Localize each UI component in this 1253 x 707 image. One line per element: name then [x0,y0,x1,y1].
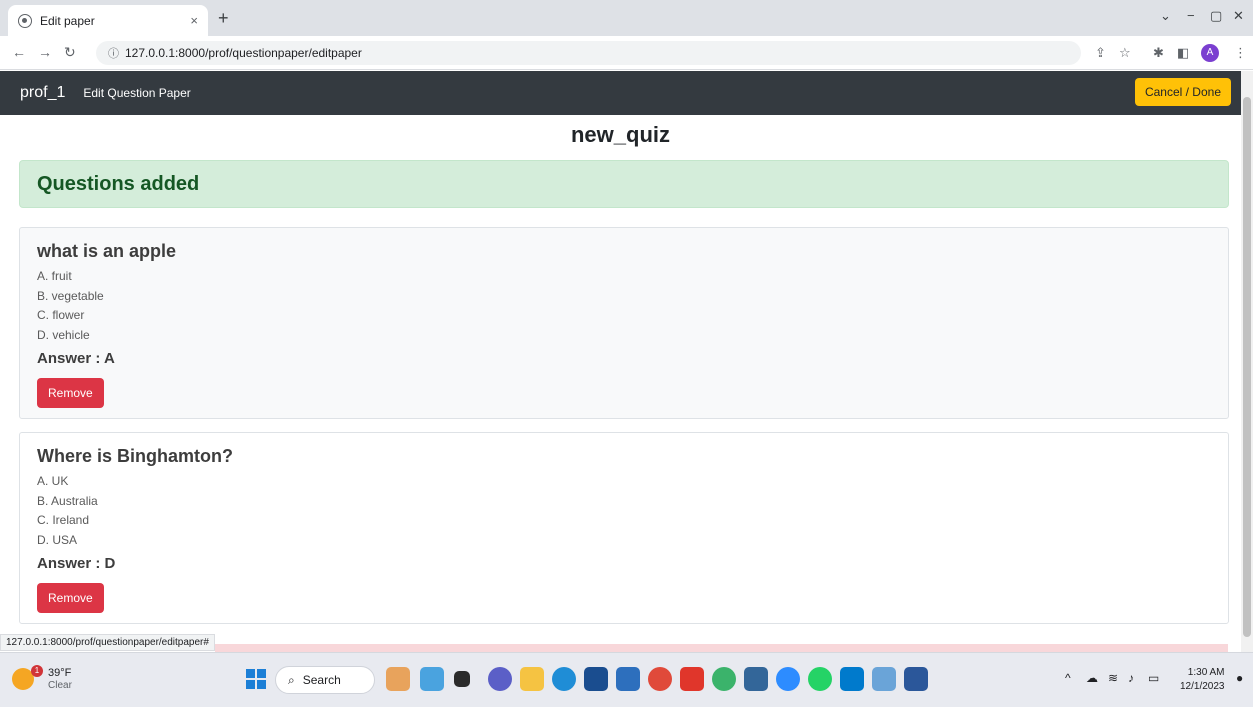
profile-avatar[interactable]: A [1201,44,1219,62]
status-bar-url: 127.0.0.1:8000/prof/questionpaper/editpa… [0,634,215,651]
question-card: Where is Binghamton? A. UK B. Australia … [19,432,1229,624]
reload-icon[interactable]: ↻ [64,44,76,61]
option-b: B. Australia [37,493,98,508]
clock[interactable]: 1:30 AM 12/1/2023 [1180,666,1225,694]
whatsapp-icon[interactable] [808,667,832,691]
remove-button[interactable]: Remove [37,583,104,613]
search-label: Search [302,673,341,687]
site-info-icon[interactable]: ⓘ [108,45,119,61]
search-icon: ⌕ [288,672,295,687]
taskbar: 1 39°F Clear ⌕ Search ^ ☁ ≋ ♪ ▭ 1:30 AM … [0,652,1253,707]
forward-icon[interactable]: → [38,44,52,60]
option-c: C. Ireland [37,513,90,527]
option-d: D. vehicle [37,327,90,342]
share-icon[interactable]: ⇪ [1095,45,1106,61]
question-text: Where is Binghamton? [37,446,234,466]
new-tab-button[interactable]: + [218,8,229,29]
taskbar-search[interactable]: ⌕ Search [275,666,375,694]
minimize-icon[interactable]: − [1187,8,1195,23]
task-view-icon[interactable] [454,671,470,687]
page-title: new_quiz [570,122,670,147]
battery-icon[interactable]: ▭ [1148,671,1159,685]
globe-icon [18,13,32,28]
page-content: new_quiz Questions added what is an appl… [0,115,1241,645]
vscode-icon[interactable] [840,667,864,691]
app-icon[interactable] [712,667,736,691]
tab-search-icon[interactable]: ⌄ [1160,8,1171,24]
weather-temperature[interactable]: 39°F [48,667,71,679]
tab-close-icon[interactable]: × [190,13,198,28]
notification-bell-icon[interactable]: ● [1236,671,1243,685]
option-c: C. flower [37,308,85,322]
address-bar: ← → ↻ ⓘ 127.0.0.1:8000/prof/questionpape… [0,36,1253,70]
extensions-icon[interactable]: ✱ [1153,45,1164,61]
maximize-icon[interactable]: ▢ [1210,8,1222,24]
answer-label: Answer : D [37,555,116,572]
close-window-icon[interactable]: ✕ [1233,8,1244,24]
navbar-brand[interactable]: prof_1 [20,84,65,102]
remove-button[interactable]: Remove [37,378,104,408]
weather-description: Clear [48,680,72,691]
app-navbar: prof_1 Edit Question Paper Cancel / Done [0,71,1241,115]
url-text: 127.0.0.1:8000/prof/questionpaper/editpa… [125,46,362,60]
chevron-up-icon[interactable]: ^ [1065,671,1071,685]
back-icon[interactable]: ← [12,44,26,60]
edge-icon[interactable] [552,667,576,691]
menu-kebab-icon[interactable]: ⋮ [1234,45,1247,61]
option-d: D. USA [37,532,78,547]
wifi-icon[interactable]: ≋ [1108,671,1118,685]
url-input[interactable]: ⓘ 127.0.0.1:8000/prof/questionpaper/edit… [96,41,1081,65]
bookmark-star-icon[interactable]: ☆ [1119,45,1131,61]
option-b: B. vegetable [37,288,104,303]
browser-tab[interactable]: Edit paper × [8,5,208,36]
app-icon[interactable] [420,667,444,691]
windows-start-icon[interactable] [246,669,266,689]
weather-badge: 1 [31,665,43,677]
vertical-scrollbar[interactable] [1241,71,1253,652]
zoom-icon[interactable] [776,667,800,691]
chat-icon[interactable] [488,667,512,691]
side-panel-icon[interactable]: ◧ [1177,45,1189,61]
success-alert: Questions added [19,160,1229,208]
answer-label: Answer : A [37,350,115,367]
chrome-icon[interactable] [648,667,672,691]
browser-tab-bar: Edit paper × + ⌄ − ▢ ✕ [0,0,1253,36]
notepad-icon[interactable] [872,667,896,691]
tab-title: Edit paper [40,13,95,28]
scrollbar-thumb[interactable] [1243,97,1251,637]
app-icon[interactable] [680,667,704,691]
word-icon[interactable] [904,667,928,691]
question-card: what is an apple A. fruit B. vegetable C… [19,227,1229,419]
postgres-icon[interactable] [744,667,768,691]
clock-time: 1:30 AM [1187,667,1225,678]
store-icon[interactable] [584,667,608,691]
option-a: A. fruit [37,269,72,283]
question-text: what is an apple [37,241,177,261]
app-icon[interactable] [616,667,640,691]
file-explorer-icon[interactable] [520,667,544,691]
option-a: A. UK [37,474,69,488]
clock-date: 12/1/2023 [1180,681,1225,692]
cancel-done-button[interactable]: Cancel / Done [1134,78,1231,106]
nav-link-edit-question-paper[interactable]: Edit Question Paper [83,86,190,100]
danger-alert-partial [215,644,1228,652]
onedrive-icon[interactable]: ☁ [1086,671,1098,685]
volume-icon[interactable]: ♪ [1128,671,1134,685]
game-app-icon[interactable] [386,667,410,691]
